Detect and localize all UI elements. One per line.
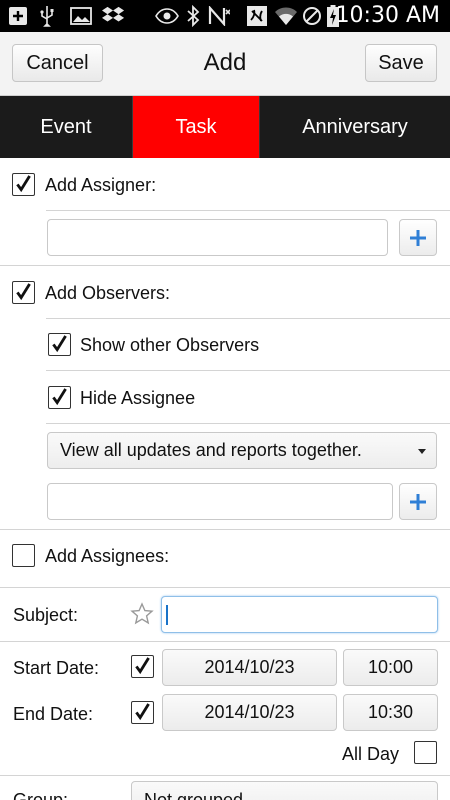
divider <box>0 587 450 588</box>
observers-checkbox[interactable] <box>12 281 35 304</box>
divider <box>0 775 450 776</box>
start-time-button[interactable]: 10:00 <box>343 649 438 686</box>
type-tabs: Event Task Anniversary <box>0 96 450 158</box>
group-label: Group: <box>13 790 69 800</box>
end-date-checkbox[interactable] <box>131 701 154 724</box>
divider <box>46 370 450 371</box>
divider <box>0 265 450 266</box>
add-observer-button[interactable] <box>399 483 437 520</box>
tab-event[interactable]: Event <box>0 96 133 158</box>
star-icon[interactable] <box>130 602 154 631</box>
assigner-input[interactable] <box>47 219 388 256</box>
text-cursor <box>166 605 168 625</box>
status-bar: 10:30 AM <box>0 0 450 32</box>
end-date-button[interactable]: 2014/10/23 <box>162 694 337 731</box>
blocked-icon <box>302 6 322 26</box>
hide-assignee-label: Hide Assignee <box>80 388 196 408</box>
end-time-button[interactable]: 10:30 <box>343 694 438 731</box>
bluetooth-icon <box>186 5 200 27</box>
status-time: 10:30 AM <box>335 3 440 28</box>
show-other-observers-checkbox[interactable] <box>48 333 71 356</box>
show-other-observers-label: Show other Observers <box>80 335 260 355</box>
all-day-checkbox[interactable] <box>414 741 437 764</box>
assigner-checkbox[interactable] <box>12 173 35 196</box>
all-day-label: All Day <box>342 744 400 764</box>
wifi-icon <box>274 6 298 26</box>
end-date-label: End Date: <box>13 704 94 724</box>
checkmark-icon <box>16 175 31 193</box>
image-icon <box>70 6 92 26</box>
nfc-icon <box>246 6 268 26</box>
divider <box>46 210 450 211</box>
subject-input[interactable] <box>161 596 438 633</box>
assignees-label: Add Assignees: <box>45 546 170 566</box>
add-box-icon <box>8 6 28 26</box>
start-date-checkbox[interactable] <box>131 655 154 678</box>
checkmark-icon <box>52 335 67 353</box>
checkmark-icon <box>135 703 150 721</box>
no-signal-icon <box>208 6 230 26</box>
view-updates-select[interactable]: View all updates and reports together. <box>47 432 437 469</box>
checkmark-icon <box>135 657 150 675</box>
group-select[interactable]: Not grouped <box>131 781 438 800</box>
hide-assignee-checkbox[interactable] <box>48 386 71 409</box>
page-title: Add <box>203 49 247 76</box>
start-date-label: Start Date: <box>13 658 100 678</box>
group-value: Not grouped <box>144 790 244 800</box>
divider <box>46 423 450 424</box>
divider <box>46 318 450 319</box>
assignees-checkbox[interactable] <box>12 544 35 567</box>
add-assigner-button[interactable] <box>399 219 437 256</box>
cancel-button[interactable]: Cancel <box>12 44 103 82</box>
divider <box>0 529 450 530</box>
observers-label: Add Observers: <box>45 283 171 303</box>
tab-anniversary[interactable]: Anniversary <box>260 96 450 158</box>
assigner-label: Add Assigner: <box>45 175 157 195</box>
checkmark-icon <box>52 388 67 406</box>
view-updates-value: View all updates and reports together. <box>60 440 362 460</box>
start-date-button[interactable]: 2014/10/23 <box>162 649 337 686</box>
save-button[interactable]: Save <box>365 44 437 82</box>
dropdown-caret-icon <box>418 449 426 454</box>
subject-label: Subject: <box>13 605 79 625</box>
divider <box>0 641 450 642</box>
dropbox-icon <box>102 6 126 26</box>
usb-icon <box>38 6 56 27</box>
action-bar: Cancel Add Save <box>0 32 450 96</box>
plus-icon <box>410 229 426 246</box>
eye-icon <box>155 6 179 26</box>
tab-task[interactable]: Task <box>133 96 260 158</box>
plus-icon <box>410 493 426 510</box>
observers-input[interactable] <box>47 483 393 520</box>
checkmark-icon <box>16 283 31 301</box>
